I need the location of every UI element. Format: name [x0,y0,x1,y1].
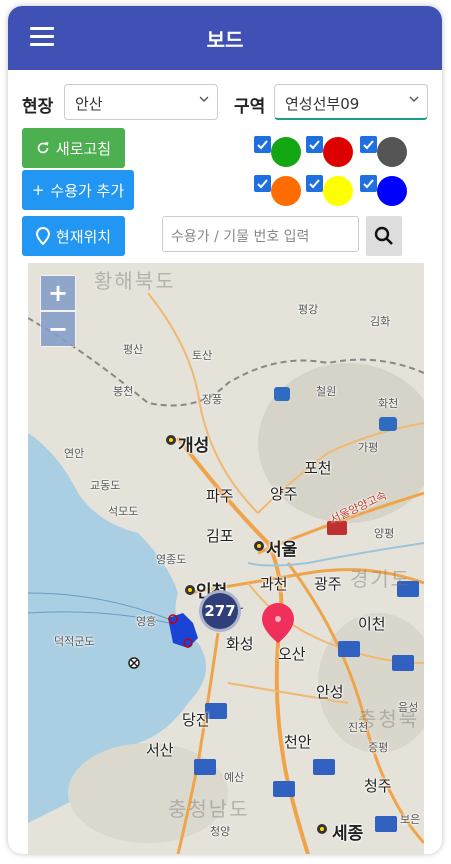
search-icon [374,226,393,245]
map-place-label: 파주 [206,487,234,505]
map-place-label: 석모도 [108,505,139,518]
map-place-label: 음성 [398,701,419,714]
map-place-label: 서울 [266,540,298,560]
map-background [28,263,424,854]
color-swatch [377,176,407,206]
map-view[interactable]: + − 황해북도평강김화평산 토산봉천장풍 철원화천연안 개성포천 가평교동도석모도 파주… [28,263,424,854]
page-title: 보드 [206,28,244,52]
zoom-control: + − [40,275,76,347]
map-place-label: 오산 [278,645,306,663]
map-place-label: 가평 [358,441,379,454]
marker-cluster[interactable]: 277 [199,590,241,632]
map-place-label: 양주 [270,485,298,503]
refresh-button[interactable]: 새로고침 [22,128,125,168]
map-place-label: 장풍 [202,393,223,406]
map-place-label: 김포 [206,527,234,545]
color-swatch [323,137,353,167]
map-place-label: 철원 [316,385,337,398]
map-place-label: 증평 [368,741,389,754]
map-place-label: 화천 [378,397,399,410]
map-place-label: 청주 [364,777,392,795]
zoom-in-button[interactable]: + [41,276,75,310]
current-location-button[interactable]: 현재위치 [22,216,125,256]
refresh-label: 새로고침 [55,139,112,158]
color-filter-checkbox[interactable] [306,175,323,192]
map-place-label: 천안 [284,733,312,751]
map-place-label: 양평 [374,527,395,540]
color-swatch [271,137,301,167]
current-location-label: 현재위치 [55,227,112,246]
map-place-label: 이천 [358,615,386,633]
add-customer-button[interactable]: + 수용가 추가 [22,170,134,210]
map-place-label: 황해북도 [94,269,176,293]
app-frame: 보드 현장 안산 구역 연성선부09 새로고침 + 수용가 추가 현재위치 수용… [8,6,442,854]
color-swatch [377,137,407,167]
map-place-label: 화성 [226,635,254,653]
map-place-label: 보은 [400,813,421,826]
plus-icon: + [31,181,45,199]
zone-select-value: 연성선부09 [285,95,360,113]
map-place-label: 청양 [210,825,231,838]
color-filter-checkbox[interactable] [360,136,377,153]
refresh-icon [37,142,49,154]
map-place-label: 충청남도 [168,797,250,821]
site-select-value: 안산 [75,95,103,113]
map-place-label: 김화 [370,315,391,328]
top-app-bar: 보드 [8,6,442,70]
chevron-down-icon [409,96,419,102]
map-place-label: 예산 [224,771,245,784]
map-place-label: 당진 [182,711,210,729]
site-select[interactable]: 안산 [64,84,218,120]
search-input[interactable]: 수용가 / 기물 번호 입력 [162,216,359,252]
map-place-label: 서산 [146,741,174,759]
map-place-label: 진천 [348,721,369,734]
add-customer-label: 수용가 추가 [50,181,125,200]
map-place-label: 안성 [316,683,344,701]
map-pin-icon[interactable] [260,601,296,645]
map-place-label: 교동도 [90,479,121,492]
color-filter-checkbox[interactable] [254,175,271,192]
map-place-label: 평산 [123,343,144,356]
map-place-label: 영흥 [136,615,157,628]
map-place-label: 토산 [192,349,213,362]
site-label: 현장 [22,97,54,117]
color-swatch [323,176,353,206]
color-filter-checkbox[interactable] [254,136,271,153]
map-place-label: 경기도 [350,567,412,591]
search-button[interactable] [366,216,402,256]
zoom-out-button[interactable]: − [41,312,75,346]
map-place-label: 덕적군도 [54,635,95,648]
map-place-label: 영종도 [156,553,187,566]
zone-select[interactable]: 연성선부09 [274,84,428,120]
map-place-label: 세종 [332,824,364,844]
map-place-label: 평강 [298,303,319,316]
chevron-down-icon [199,96,209,102]
map-place-label: 광주 [314,575,342,593]
zone-label: 구역 [234,97,266,117]
color-swatch [271,176,301,206]
map-place-label: 연안 [64,447,85,460]
map-place-label: 포천 [304,459,332,477]
location-pin-icon [35,227,50,245]
map-place-label: 과천 [260,575,288,593]
color-filter-checkbox[interactable] [306,136,323,153]
map-place-label: 봉천 [113,385,134,398]
color-filter-checkbox[interactable] [360,175,377,192]
map-place-label: 개성 [178,436,210,456]
